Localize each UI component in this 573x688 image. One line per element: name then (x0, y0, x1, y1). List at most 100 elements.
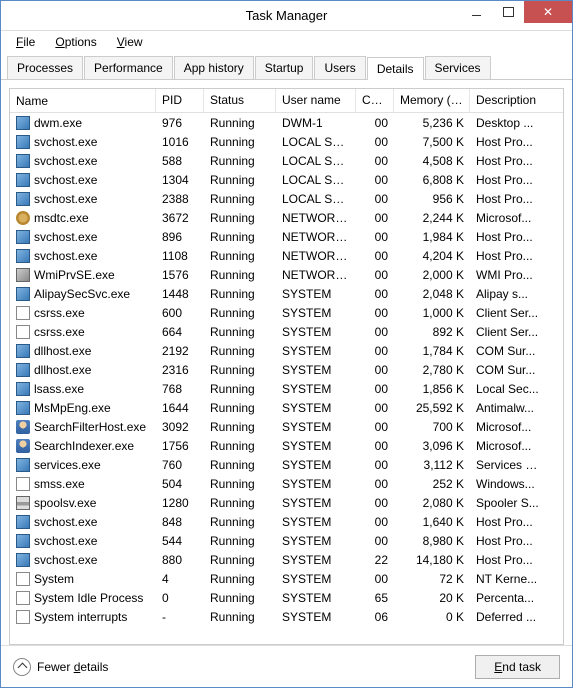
col-status[interactable]: Status (204, 89, 276, 112)
table-row[interactable]: svchost.exe2388RunningLOCAL SE...00956 K… (10, 189, 563, 208)
status: Running (204, 438, 276, 454)
cpu: 00 (356, 229, 394, 245)
process-name: dwm.exe (34, 116, 82, 130)
pid: 1756 (156, 438, 204, 454)
description: Host Pro... (470, 153, 546, 169)
table-row[interactable]: AlipaySecSvc.exe1448RunningSYSTEM002,048… (10, 284, 563, 303)
maximize-button[interactable] (492, 1, 524, 23)
col-name[interactable]: Name (10, 89, 156, 112)
process-name: dllhost.exe (34, 363, 91, 377)
tab-performance[interactable]: Performance (84, 56, 173, 79)
pid: 1280 (156, 495, 204, 511)
user: SYSTEM (276, 571, 356, 587)
table-row[interactable]: System4RunningSYSTEM0072 KNT Kerne... (10, 569, 563, 588)
tab-processes[interactable]: Processes (7, 56, 83, 79)
menu-options[interactable]: Options (46, 33, 105, 51)
process-name: lsass.exe (34, 382, 84, 396)
table-row[interactable]: msdtc.exe3672RunningNETWORK...002,244 KM… (10, 208, 563, 227)
table-row[interactable]: spoolsv.exe1280RunningSYSTEM002,080 KSpo… (10, 493, 563, 512)
process-icon (16, 458, 30, 472)
description: Host Pro... (470, 533, 546, 549)
process-name: csrss.exe (34, 325, 85, 339)
table-row[interactable]: svchost.exe1108RunningNETWORK...004,204 … (10, 246, 563, 265)
user: NETWORK... (276, 210, 356, 226)
table-row[interactable]: SearchIndexer.exe1756RunningSYSTEM003,09… (10, 436, 563, 455)
description: Client Ser... (470, 324, 546, 340)
menu-view[interactable]: View (108, 33, 152, 51)
table-row[interactable]: svchost.exe1016RunningLOCAL SE...007,500… (10, 132, 563, 151)
process-name: AlipaySecSvc.exe (34, 287, 130, 301)
end-task-button[interactable]: End task (475, 655, 560, 679)
table-row[interactable]: dwm.exe976RunningDWM-1005,236 KDesktop .… (10, 113, 563, 132)
minimize-button[interactable] (460, 1, 492, 23)
table-row[interactable]: MsMpEng.exe1644RunningSYSTEM0025,592 KAn… (10, 398, 563, 417)
table-row[interactable]: svchost.exe1304RunningLOCAL SE...006,808… (10, 170, 563, 189)
status: Running (204, 191, 276, 207)
process-icon (16, 382, 30, 396)
user: NETWORK... (276, 229, 356, 245)
titlebar: Task Manager (1, 1, 572, 31)
table-row[interactable]: System interrupts-RunningSYSTEM060 KDefe… (10, 607, 563, 626)
col-pid[interactable]: PID (156, 89, 204, 112)
pid: 504 (156, 476, 204, 492)
tab-users[interactable]: Users (314, 56, 365, 79)
fewer-details-button[interactable]: Fewer details (13, 658, 108, 676)
process-icon (16, 572, 30, 586)
table-row[interactable]: smss.exe504RunningSYSTEM00252 KWindows..… (10, 474, 563, 493)
process-name: svchost.exe (34, 192, 97, 206)
table-row[interactable]: dllhost.exe2192RunningSYSTEM001,784 KCOM… (10, 341, 563, 360)
user: SYSTEM (276, 324, 356, 340)
description: Host Pro... (470, 248, 546, 264)
status: Running (204, 533, 276, 549)
pid: 3092 (156, 419, 204, 435)
table-row[interactable]: csrss.exe664RunningSYSTEM00892 KClient S… (10, 322, 563, 341)
menu-file[interactable]: File (7, 33, 44, 51)
table-row[interactable]: lsass.exe768RunningSYSTEM001,856 KLocal … (10, 379, 563, 398)
process-name: System interrupts (34, 610, 127, 624)
process-name: spoolsv.exe (34, 496, 96, 510)
process-icon (16, 344, 30, 358)
col-user[interactable]: User name (276, 89, 356, 112)
process-icon (16, 496, 30, 510)
status: Running (204, 248, 276, 264)
process-icon (16, 420, 30, 434)
process-icon (16, 325, 30, 339)
table-row[interactable]: svchost.exe588RunningLOCAL SE...004,508 … (10, 151, 563, 170)
description: Host Pro... (470, 191, 546, 207)
cpu: 00 (356, 476, 394, 492)
process-icon (16, 363, 30, 377)
table-row[interactable]: svchost.exe880RunningSYSTEM2214,180 KHos… (10, 550, 563, 569)
menubar: File Options View (1, 31, 572, 53)
table-row[interactable]: svchost.exe848RunningSYSTEM001,640 KHost… (10, 512, 563, 531)
tab-details[interactable]: Details (367, 57, 424, 80)
status: Running (204, 153, 276, 169)
table-row[interactable]: csrss.exe600RunningSYSTEM001,000 KClient… (10, 303, 563, 322)
pid: 0 (156, 590, 204, 606)
table-row[interactable]: WmiPrvSE.exe1576RunningNETWORK...002,000… (10, 265, 563, 284)
table-row[interactable]: SearchFilterHost.exe3092RunningSYSTEM007… (10, 417, 563, 436)
tab-services[interactable]: Services (425, 56, 491, 79)
col-cpu[interactable]: CPU (356, 89, 394, 112)
process-name: smss.exe (34, 477, 85, 491)
cpu: 00 (356, 343, 394, 359)
memory: 14,180 K (394, 552, 470, 568)
table-row[interactable]: dllhost.exe2316RunningSYSTEM002,780 KCOM… (10, 360, 563, 379)
table-row[interactable]: System Idle Process0RunningSYSTEM6520 KP… (10, 588, 563, 607)
tab-app-history[interactable]: App history (174, 56, 254, 79)
table-row[interactable]: services.exe760RunningSYSTEM003,112 KSer… (10, 455, 563, 474)
process-name: System Idle Process (34, 591, 143, 605)
description: NT Kerne... (470, 571, 546, 587)
description: Host Pro... (470, 514, 546, 530)
table-row[interactable]: svchost.exe896RunningNETWORK...001,984 K… (10, 227, 563, 246)
list-body[interactable]: dwm.exe976RunningDWM-1005,236 KDesktop .… (10, 113, 563, 644)
pid: 1108 (156, 248, 204, 264)
description: Percenta... (470, 590, 546, 606)
status: Running (204, 362, 276, 378)
col-memory[interactable]: Memory (p... (394, 89, 470, 112)
table-row[interactable]: svchost.exe544RunningSYSTEM008,980 KHost… (10, 531, 563, 550)
tab-startup[interactable]: Startup (255, 56, 314, 79)
col-description[interactable]: Description (470, 89, 546, 112)
user: SYSTEM (276, 514, 356, 530)
status: Running (204, 115, 276, 131)
close-button[interactable] (524, 1, 572, 23)
